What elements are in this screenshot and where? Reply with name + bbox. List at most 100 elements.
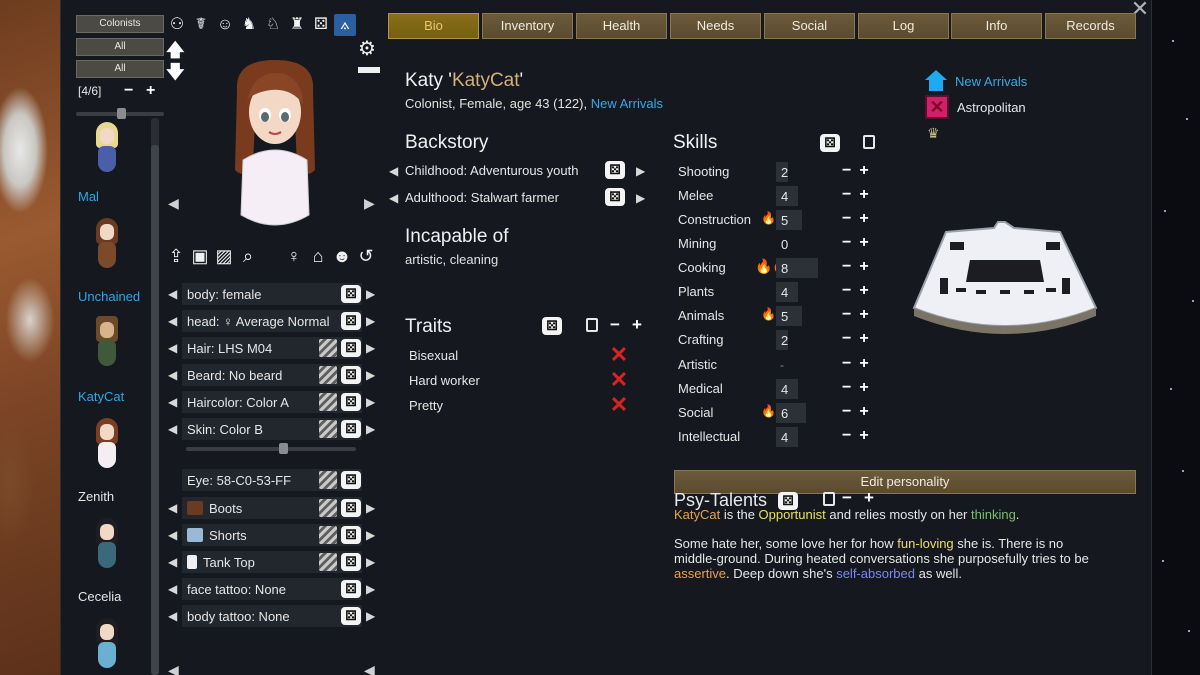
remove-pawn-button[interactable]: [358, 67, 380, 73]
skill-minus-plus-buttons[interactable]: −+: [842, 258, 877, 276]
face-tattoo-row[interactable]: face tattoo: None: [182, 578, 362, 600]
skill-minus-plus-buttons[interactable]: −+: [842, 403, 877, 421]
pattern-icon[interactable]: [319, 393, 337, 411]
dice-icon[interactable]: ⚄: [341, 471, 361, 489]
counter-plus-button[interactable]: +: [146, 82, 155, 100]
colonist-name-4[interactable]: Zenith: [78, 489, 114, 504]
shorts-prev-icon[interactable]: ◀: [168, 528, 177, 542]
dice-icon[interactable]: ⚄: [605, 161, 625, 179]
faction-row[interactable]: New Arrivals: [925, 70, 1027, 92]
haircolor-next-icon[interactable]: ▶: [366, 395, 375, 409]
dice-icon[interactable]: ⚄: [605, 188, 625, 206]
dice-icon[interactable]: ⚄: [341, 366, 361, 384]
dice-icon[interactable]: ⚄: [341, 339, 361, 357]
dice-icon[interactable]: ⚄: [310, 14, 332, 36]
pawn-name[interactable]: Katy 'KatyCat': [405, 70, 523, 92]
skill-minus-plus-buttons[interactable]: −+: [842, 210, 877, 228]
colonist-portrait[interactable]: [92, 316, 122, 376]
skill-level[interactable]: 4: [776, 186, 798, 206]
female-gender-icon[interactable]: ♀: [284, 246, 304, 267]
portrait-next-arrow-icon[interactable]: ▶: [364, 195, 375, 212]
remove-trait-icon[interactable]: ✕: [609, 369, 629, 391]
dice-icon[interactable]: ⚄: [341, 499, 361, 517]
tab-health[interactable]: Health: [576, 13, 667, 39]
counter-minus-button[interactable]: −: [124, 82, 133, 100]
beard-prev-icon[interactable]: ◀: [168, 368, 177, 382]
skill-level[interactable]: 6: [776, 403, 806, 423]
adulthood-text[interactable]: Adulthood: Stalwart farmer: [405, 190, 559, 205]
pattern-icon[interactable]: [319, 526, 337, 544]
trait-item[interactable]: Bisexual: [409, 348, 458, 363]
randomize-pattern-icon[interactable]: ▨: [214, 246, 234, 267]
skill-minus-plus-buttons[interactable]: −+: [842, 282, 877, 300]
skill-level[interactable]: 4: [776, 379, 798, 399]
faction-name[interactable]: New Arrivals: [955, 74, 1027, 89]
adulthood-prev-icon[interactable]: ◀: [389, 191, 398, 205]
skill-level[interactable]: 2: [776, 162, 788, 182]
tanktop-next-icon[interactable]: ▶: [366, 555, 375, 569]
remove-trait-icon[interactable]: ✕: [609, 394, 629, 416]
trait-item[interactable]: Hard worker: [409, 373, 480, 388]
colonist-name-5[interactable]: Cecelia: [78, 589, 121, 604]
ship-icon[interactable]: ⟑: [334, 14, 356, 36]
skill-minus-plus-buttons[interactable]: −+: [842, 379, 877, 397]
head-icon[interactable]: ☺: [214, 14, 236, 36]
crown-icon[interactable]: ♛: [927, 125, 940, 142]
tab-bio[interactable]: Bio: [388, 13, 479, 39]
zoom-slider-knob[interactable]: [117, 108, 126, 119]
body-tattoo-prev-icon[interactable]: ◀: [168, 609, 177, 623]
trait-add-button[interactable]: +: [632, 315, 642, 335]
dice-icon[interactable]: ⚄: [341, 553, 361, 571]
colonist-portrait[interactable]: [92, 618, 122, 675]
skill-level[interactable]: 5: [776, 210, 802, 230]
colonist-name-1[interactable]: Mal: [78, 189, 99, 204]
move-down-icon[interactable]: 🡇: [166, 60, 185, 90]
skill-minus-plus-buttons[interactable]: −+: [842, 306, 877, 324]
scroll-next-arrow-icon[interactable]: ◀: [364, 662, 375, 675]
dice-icon[interactable]: ⚄: [820, 134, 840, 152]
tab-log[interactable]: Log: [858, 13, 949, 39]
body-prev-icon[interactable]: ◀: [168, 287, 177, 301]
colonist-portrait[interactable]: [92, 218, 122, 278]
face-tattoo-next-icon[interactable]: ▶: [366, 582, 375, 596]
tab-info[interactable]: Info: [951, 13, 1042, 39]
body-row[interactable]: body: female: [182, 283, 362, 305]
boots-prev-icon[interactable]: ◀: [168, 501, 177, 515]
adulthood-next-icon[interactable]: ▶: [636, 191, 645, 205]
skill-minus-plus-buttons[interactable]: −+: [842, 186, 877, 204]
dice-icon[interactable]: ⚄: [341, 285, 361, 303]
copy-icon[interactable]: [586, 318, 598, 332]
skin-prev-icon[interactable]: ◀: [168, 422, 177, 436]
skill-level[interactable]: 8: [776, 258, 818, 278]
colonist-portrait[interactable]: [92, 518, 122, 578]
filter-all-button-1[interactable]: All: [76, 38, 164, 56]
colonist-name-3[interactable]: KatyCat: [78, 389, 124, 404]
dice-icon[interactable]: ⚄: [341, 526, 361, 544]
faction-link[interactable]: New Arrivals: [591, 96, 663, 111]
colonist-portrait[interactable]: [92, 122, 122, 182]
colonist-list-scroll-thumb[interactable]: [151, 145, 159, 675]
search-icon[interactable]: ⌕: [238, 246, 258, 267]
pattern-icon[interactable]: [319, 471, 337, 489]
shorts-next-icon[interactable]: ▶: [366, 528, 375, 542]
boots-next-icon[interactable]: ▶: [366, 501, 375, 515]
colonist-name-2[interactable]: Unchained: [78, 289, 140, 304]
skill-level[interactable]: 5: [776, 306, 802, 326]
export-icon[interactable]: ⇪: [166, 246, 186, 267]
skill-level[interactable]: 2: [776, 330, 788, 350]
dice-icon[interactable]: ⚄: [341, 393, 361, 411]
head-row[interactable]: head: ♀ Average Normal: [182, 310, 362, 332]
copy-icon[interactable]: [823, 492, 835, 506]
colonists-filter-button[interactable]: Colonists: [76, 15, 164, 33]
psy-remove-button[interactable]: −: [842, 488, 852, 508]
face-tattoo-prev-icon[interactable]: ◀: [168, 582, 177, 596]
body-next-icon[interactable]: ▶: [366, 287, 375, 301]
colonist-portrait[interactable]: [92, 418, 122, 478]
pattern-icon[interactable]: [319, 499, 337, 517]
ideology-name[interactable]: Astropolitan: [957, 100, 1026, 115]
animal-icon[interactable]: ♞: [238, 14, 260, 36]
tab-needs[interactable]: Needs: [670, 13, 761, 39]
dice-icon[interactable]: ⚄: [542, 317, 562, 335]
skill-level[interactable]: 4: [776, 427, 798, 447]
psy-add-button[interactable]: +: [864, 488, 874, 508]
